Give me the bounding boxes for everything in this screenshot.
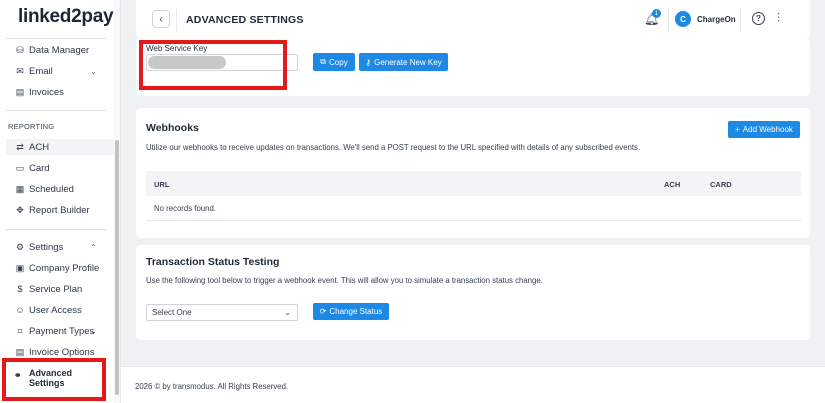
column-header-ach[interactable]: ACH	[664, 180, 680, 189]
sidebar-item-label: Card	[29, 162, 50, 174]
database-icon: ⛁	[16, 44, 24, 55]
sidebar-item-report-builder[interactable]: ✥ Report Builder	[14, 202, 90, 218]
header-divider	[668, 9, 669, 31]
user-name[interactable]: ChargeOn	[697, 15, 736, 24]
key-icon: ⚷	[365, 57, 372, 67]
calendar-icon: ▦	[15, 183, 25, 194]
notification-badge: 1	[652, 9, 661, 18]
footer: 2026 © by transmodus. All Rights Reserve…	[121, 366, 825, 403]
copy-button-label: Copy	[329, 57, 348, 67]
sidebar-item-label: Report Builder	[29, 204, 90, 216]
sidebar-item-payment-types[interactable]: ⌗ Payment Types ⌄	[14, 323, 97, 339]
sidebar-item-label: Payment Types	[29, 325, 95, 337]
scrollbar-thumb[interactable]	[115, 140, 119, 395]
change-status-label: Change Status	[329, 307, 383, 316]
sidebar-item-label: Email	[29, 65, 53, 77]
dollar-icon: $	[17, 284, 23, 294]
user-icon: ☺	[15, 305, 25, 315]
sidebar-item-user-access[interactable]: ☺ User Access	[14, 302, 82, 318]
sidebar-item-label: Company Profile	[29, 262, 100, 274]
sidebar-item-label: Invoices	[29, 86, 64, 98]
column-header-url[interactable]: URL	[154, 180, 169, 189]
logo-text-2: 2	[71, 6, 82, 27]
sidebar-item-label: Service Plan	[29, 283, 83, 295]
sidebar-item-invoices[interactable]: ▤ Invoices	[14, 84, 64, 100]
transfer-icon: ⇄	[16, 141, 24, 152]
sidebar-item-label: Settings	[29, 241, 64, 253]
sidebar-item-card[interactable]: ▭ Card	[14, 160, 50, 176]
top-header: ‹ ADVANCED SETTINGS 🔔︎ 1 C ChargeOn ? ⫶	[136, 0, 810, 38]
webhooks-description: Utilize our webhooks to receive updates …	[146, 143, 641, 152]
webhooks-title: Webhooks	[146, 122, 199, 134]
sidebar-item-label: ACH	[29, 141, 50, 153]
status-select-value: Select One	[152, 308, 192, 317]
chevron-down-icon: ⌄	[90, 326, 97, 336]
sidebar-item-ach[interactable]: ⇄ ACH	[6, 139, 116, 155]
sidebar: linked2pay ⛁ Data Manager ✉ Email ⌄ ▤ In…	[0, 0, 120, 403]
chevron-left-icon: ‹	[159, 13, 163, 25]
sidebar-divider	[6, 229, 106, 230]
copy-button[interactable]: ⧉ Copy	[313, 53, 355, 71]
section-label-reporting: REPORTING	[8, 122, 55, 131]
highlight-box-web-service-key	[139, 40, 287, 90]
column-header-card[interactable]: CARD	[710, 180, 732, 189]
table-row-divider	[146, 220, 801, 221]
logo-text-pay: pay	[81, 6, 114, 27]
avatar[interactable]: C	[675, 11, 691, 27]
transaction-status-testing-card: Transaction Status Testing Use the follo…	[136, 245, 810, 340]
sidebar-item-label: Data Manager	[29, 44, 90, 56]
envelope-icon: ✉	[16, 65, 24, 76]
footer-copyright: 2026 © by transmodus. All Rights Reserve…	[135, 382, 289, 391]
sidebar-item-service-plan[interactable]: $ Service Plan	[14, 281, 82, 297]
back-button[interactable]: ‹	[152, 10, 170, 28]
chevron-up-icon: ⌃	[90, 242, 97, 252]
sidebar-divider	[6, 38, 106, 39]
logo[interactable]: linked2pay	[18, 6, 114, 28]
credit-card-icon: ▭	[15, 162, 25, 173]
webhooks-card: Webhooks + Add Webhook Utilize our webho…	[136, 108, 810, 238]
sidebar-divider	[6, 110, 106, 111]
document-icon: ▤	[15, 346, 25, 357]
sidebar-item-settings[interactable]: ⚙ Settings ⌃	[14, 239, 97, 255]
copy-icon: ⧉	[320, 57, 327, 66]
help-glyph: ?	[756, 14, 761, 23]
header-divider	[740, 9, 741, 31]
tag-icon: ⌗	[17, 325, 23, 336]
briefcase-icon: ▣	[15, 262, 25, 273]
sidebar-item-email[interactable]: ✉ Email ⌄	[14, 63, 96, 79]
status-select[interactable]: Select One ⌄	[146, 304, 298, 321]
chevron-down-icon: ⌄	[90, 66, 97, 76]
sidebar-item-scheduled[interactable]: ▦ Scheduled	[14, 181, 74, 197]
document-icon: ▤	[15, 86, 25, 97]
gear-icon: ⚙	[15, 241, 25, 252]
sidebar-item-label: Invoice Options	[29, 346, 95, 358]
transaction-testing-description: Use the following tool below to trigger …	[146, 276, 543, 285]
header-divider	[176, 9, 177, 31]
add-webhook-button[interactable]: + Add Webhook	[728, 121, 800, 138]
page-title: ADVANCED SETTINGS	[186, 14, 304, 26]
sidebar-item-label: Scheduled	[29, 183, 74, 195]
help-icon[interactable]: ?	[752, 12, 765, 25]
change-status-button[interactable]: ⟳ Change Status	[313, 303, 389, 320]
puzzle-icon: ✥	[16, 204, 24, 215]
generate-button-label: Generate New Key	[374, 57, 442, 67]
transaction-testing-title: Transaction Status Testing	[146, 256, 280, 268]
webhooks-table-header: URL ACH CARD	[146, 171, 801, 196]
plus-icon: +	[735, 125, 740, 134]
sidebar-border	[120, 0, 121, 403]
add-webhook-label: Add Webhook	[742, 125, 793, 134]
refresh-icon: ⟳	[319, 307, 327, 316]
empty-state-text: No records found.	[154, 204, 216, 213]
logo-text: linked	[18, 6, 72, 27]
sidebar-item-company-profile[interactable]: ▣ Company Profile	[14, 260, 100, 276]
highlight-box-advanced-settings	[2, 358, 106, 401]
chevron-down-icon: ⌄	[284, 308, 291, 317]
sidebar-item-label: User Access	[29, 304, 82, 316]
generate-new-key-button[interactable]: ⚷ Generate New Key	[359, 53, 448, 71]
sliders-icon[interactable]: ⫶	[777, 11, 780, 26]
sidebar-item-data-manager[interactable]: ⛁ Data Manager	[14, 42, 89, 58]
